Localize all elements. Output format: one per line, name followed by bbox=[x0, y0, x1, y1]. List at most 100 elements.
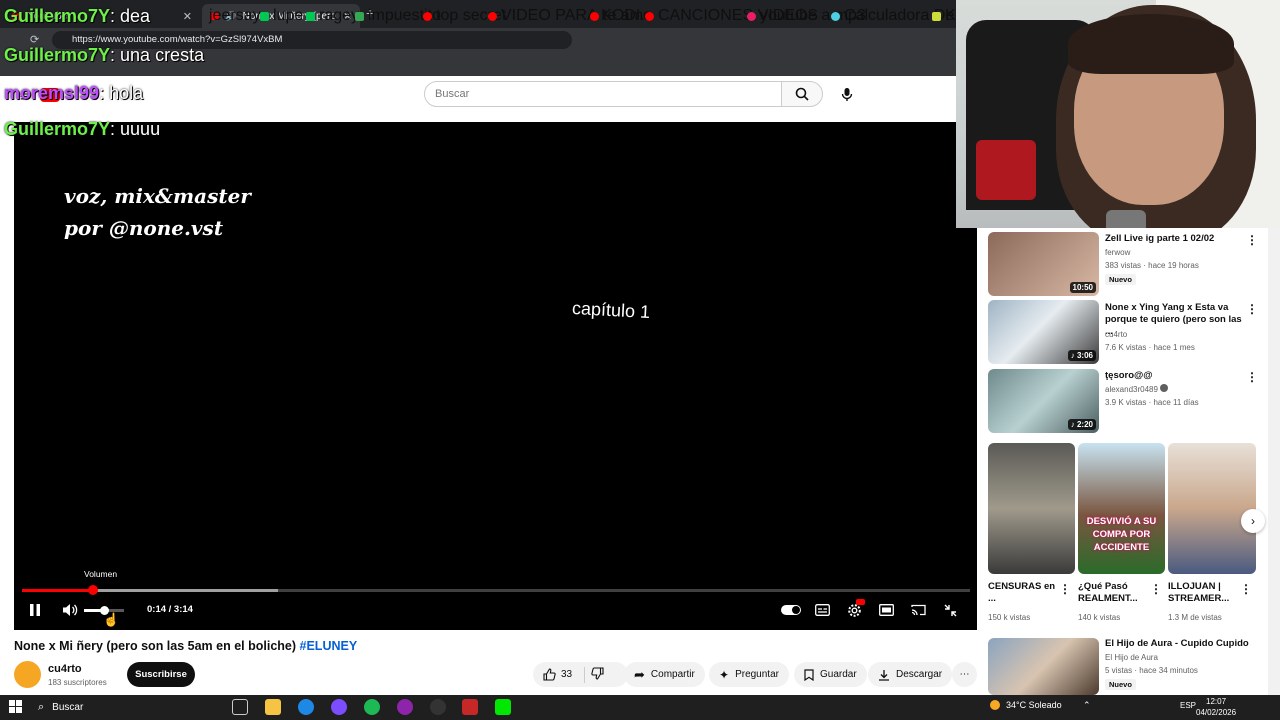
recommendation-title[interactable]: El Hijo de Aura - Cupido Cupido bbox=[1105, 638, 1255, 650]
next-shorts-button[interactable]: › bbox=[1241, 509, 1265, 533]
microphone-stand-icon bbox=[1106, 210, 1146, 228]
calculator-icon bbox=[831, 11, 840, 21]
bookmark-item[interactable]: jeersay bbox=[209, 7, 261, 25]
more-options-icon[interactable]: ⋮ bbox=[1240, 582, 1252, 596]
tray-chevron-icon[interactable]: ⌃ bbox=[1083, 700, 1091, 711]
recommendation-title[interactable]: Zell Live ig parte 1 02/02 bbox=[1105, 233, 1240, 245]
kick-icon bbox=[306, 11, 315, 21]
hashtag-link[interactable]: #ELUNEY bbox=[300, 639, 358, 653]
miniplayer-button[interactable] bbox=[878, 603, 894, 617]
video-thumbnail[interactable]: ♪ 3:06 bbox=[988, 300, 1099, 364]
search-icon bbox=[795, 87, 809, 101]
recommendation-channel[interactable]: El Hijo de Aura bbox=[1105, 652, 1158, 664]
short-views: 1.3 M de vistas bbox=[1168, 613, 1222, 622]
settings-button[interactable] bbox=[846, 599, 865, 618]
url-text: https://www.youtube.com/watch?v=GzSl974V… bbox=[72, 34, 283, 45]
short-views: 150 k vistas bbox=[988, 613, 1031, 622]
volume-button[interactable] bbox=[61, 602, 79, 618]
short-title[interactable]: ILLOJUAN | STREAMER... bbox=[1168, 581, 1240, 605]
pause-button[interactable] bbox=[27, 603, 43, 617]
kick-icon bbox=[260, 11, 269, 21]
subscriber-count: 183 suscriptores bbox=[48, 678, 107, 687]
short-thumbnail[interactable] bbox=[988, 443, 1075, 574]
subscribe-button[interactable]: Suscribirse bbox=[127, 662, 195, 687]
like-dislike-group: 33 bbox=[533, 662, 628, 687]
chat-message: Guillermo7Y: uuuu bbox=[4, 119, 160, 140]
channel-name[interactable]: cu4rto bbox=[48, 663, 82, 675]
person-bangs bbox=[1068, 14, 1234, 74]
duration-badge: 10:50 bbox=[1069, 282, 1096, 293]
obs-icon[interactable] bbox=[430, 699, 446, 715]
short-thumbnail[interactable] bbox=[1168, 443, 1256, 574]
short-title[interactable]: ¿Qué Pasó REALMENT... bbox=[1078, 581, 1150, 605]
more-options-icon[interactable]: ⋮ bbox=[1246, 370, 1258, 384]
ask-button[interactable]: ✦ Preguntar bbox=[709, 662, 789, 687]
save-button[interactable]: Guardar bbox=[794, 662, 867, 687]
kick-icon[interactable] bbox=[495, 699, 511, 715]
scrollbar[interactable] bbox=[1268, 228, 1280, 695]
download-button[interactable]: Descargar bbox=[868, 662, 953, 687]
short-title[interactable]: CENSURAS en ... bbox=[988, 581, 1058, 605]
bookmark-item[interactable]: lupe bbox=[260, 7, 303, 25]
system-clock[interactable]: 12:07 04/02/2026 bbox=[1196, 696, 1236, 718]
converter-icon bbox=[747, 11, 756, 21]
close-tab-icon[interactable]: ✕ bbox=[183, 10, 192, 23]
video-thumbnail[interactable] bbox=[988, 638, 1099, 695]
chat-message: moremsl99: hola bbox=[4, 83, 143, 104]
more-options-icon[interactable]: ⋮ bbox=[1246, 302, 1258, 316]
thumbs-down-icon bbox=[591, 666, 604, 680]
more-options-icon[interactable]: ⋮ bbox=[1059, 582, 1071, 596]
edge-icon[interactable] bbox=[298, 699, 314, 715]
voice-search-button[interactable] bbox=[834, 81, 860, 107]
pause-icon bbox=[30, 604, 40, 616]
spotify-icon[interactable] bbox=[364, 699, 380, 715]
chat-text: : hola bbox=[99, 83, 144, 103]
canva-icon[interactable] bbox=[397, 699, 413, 715]
bookmark-item[interactable]: te amo bbox=[590, 7, 652, 25]
search-input[interactable]: Buscar bbox=[424, 81, 782, 107]
duration-badge: ♪ 3:06 bbox=[1067, 350, 1096, 361]
video-thumbnail[interactable]: ♪ 2:20 bbox=[988, 369, 1099, 433]
language-indicator[interactable]: ESP bbox=[1180, 701, 1196, 710]
like-button[interactable]: 33 bbox=[543, 668, 572, 681]
dislike-button[interactable] bbox=[591, 666, 604, 683]
short-thumbnail[interactable]: DESVIVIÓ A SU COMPA POR ACCIDENTE bbox=[1078, 443, 1165, 574]
sparkle-icon: ✦ bbox=[719, 667, 730, 682]
more-options-icon[interactable]: ⋮ bbox=[1246, 233, 1258, 247]
voicemeeter-icon[interactable] bbox=[462, 699, 478, 715]
recommendation-meta: 5 vistas · hace 34 minutos bbox=[1105, 666, 1198, 675]
bookmark-item[interactable]: ragey bbox=[306, 7, 359, 25]
fullscreen-button[interactable] bbox=[942, 602, 958, 618]
video-title: None x Mi ñery (pero son las 5am en el b… bbox=[14, 639, 358, 653]
share-button[interactable]: ➦ Compartir bbox=[624, 662, 705, 687]
recommendation-meta: 3.9 K vistas · hace 11 días bbox=[1105, 398, 1199, 407]
chat-text: : uuuu bbox=[110, 119, 161, 139]
recommendation-title[interactable]: ţęsoro@@ bbox=[1105, 370, 1240, 382]
search-button[interactable] bbox=[781, 81, 823, 107]
channel-avatar[interactable] bbox=[14, 661, 41, 688]
weather-widget[interactable]: 34°C Soleado bbox=[990, 700, 1062, 710]
youtube-icon bbox=[488, 11, 497, 21]
more-actions-button[interactable]: ⋯ bbox=[952, 662, 977, 687]
progress-scrubber[interactable] bbox=[88, 585, 98, 595]
more-options-icon[interactable]: ⋮ bbox=[1150, 582, 1162, 596]
volume-icon bbox=[63, 604, 78, 616]
new-badge: Nuevo bbox=[1105, 274, 1136, 285]
subtitles-button[interactable] bbox=[814, 603, 830, 617]
subtitles-icon bbox=[814, 604, 830, 616]
youtube-icon bbox=[590, 11, 599, 21]
file-explorer-icon[interactable] bbox=[265, 699, 281, 715]
recommendation-channel[interactable]: ferwow bbox=[1105, 247, 1130, 259]
time-display: 0:14 / 3:14 bbox=[147, 604, 193, 615]
taskbar-search[interactable]: ⌕ Buscar bbox=[32, 698, 172, 717]
recommendation-channel[interactable]: cu4rto bbox=[1105, 329, 1127, 341]
chat-message: Guillermo7Y: dea bbox=[4, 6, 150, 27]
windows-start-icon[interactable] bbox=[9, 700, 22, 713]
chrome-icon[interactable] bbox=[331, 699, 347, 715]
autoplay-toggle[interactable] bbox=[780, 603, 802, 617]
video-thumbnail[interactable]: 10:50 bbox=[988, 232, 1099, 296]
cast-button[interactable] bbox=[910, 603, 926, 617]
search-icon: ⌕ bbox=[38, 701, 45, 713]
task-view-icon[interactable] bbox=[232, 699, 248, 715]
recommendation-channel[interactable]: alexand3r0489 bbox=[1105, 384, 1169, 396]
